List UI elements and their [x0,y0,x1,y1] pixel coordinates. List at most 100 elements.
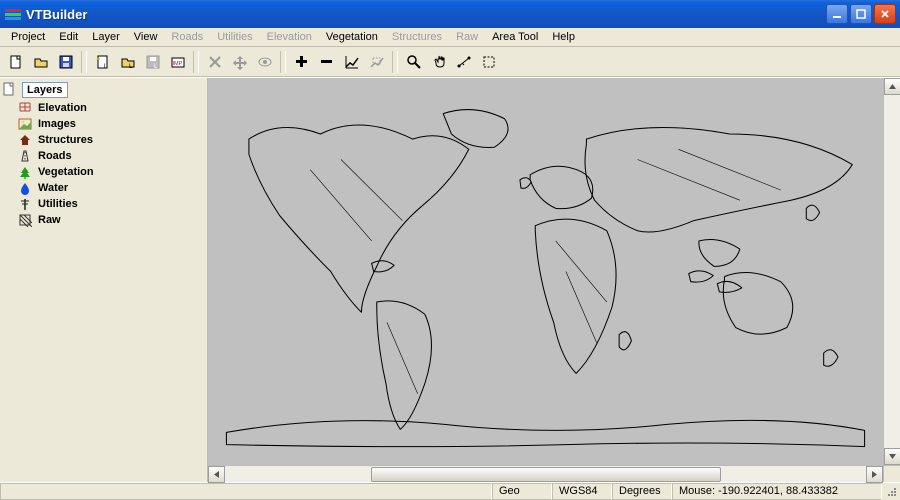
vertical-scrollbar[interactable] [883,78,900,465]
magnifier-icon [406,54,422,70]
layer-label: Images [38,118,76,130]
grid-icon [18,101,32,115]
toolbar-import-button[interactable]: IMP [166,51,189,73]
layer-label: Raw [38,214,61,226]
open-icon [33,54,49,70]
zoom-out-icon [319,54,335,70]
svg-text:IMP: IMP [172,61,182,67]
menu-structures: Structures [385,30,449,44]
menu-help[interactable]: Help [545,30,582,44]
drop-icon [18,181,32,195]
layer-utilities[interactable]: Utilities [4,196,203,212]
scroll-down-button[interactable] [884,448,900,465]
house-icon [18,133,32,147]
window-title: VTBuilder [26,7,826,22]
visible-icon [257,54,273,70]
svg-text:✶: ✶ [96,56,101,63]
delete-icon [207,54,223,70]
layer-structures[interactable]: Structures [4,132,203,148]
toolbar-delete-button [203,51,226,73]
horizontal-scrollbar[interactable] [208,465,883,482]
map-canvas[interactable] [208,78,883,465]
title-bar: VTBuilder [0,0,900,28]
open-layer-icon: L [120,54,136,70]
status-message [0,483,492,500]
menu-elevation: Elevation [260,30,319,44]
close-button[interactable] [874,4,896,24]
document-icon [2,82,16,96]
layer-label: Elevation [38,102,87,114]
scroll-left-button[interactable] [208,466,225,483]
layer-roads[interactable]: Roads [4,148,203,164]
toolbar-new-button[interactable] [4,51,27,73]
toolbar-save-layer-button: L [141,51,164,73]
layer-elevation[interactable]: Elevation [4,100,203,116]
hatch-icon [18,213,32,227]
road-icon [18,149,32,163]
menu-view[interactable]: View [127,30,165,44]
toolbar-area-button[interactable] [477,51,500,73]
menu-project[interactable]: Project [4,30,52,44]
toolbar-save-button[interactable] [54,51,77,73]
status-units: Degrees [612,483,672,500]
menu-edit[interactable]: Edit [52,30,85,44]
layer-label: Water [38,182,68,194]
toolbar-pan-button[interactable] [427,51,450,73]
toolbar-zoom-all-button[interactable] [340,51,363,73]
layer-vegetation[interactable]: Vegetation [4,164,203,180]
image-icon [18,117,32,131]
layers-sidebar: Layers Elevation Images Structures Roads Veg… [0,78,208,482]
status-bar: Geo WGS84 Degrees Mouse: -190.922401, 88… [0,482,900,500]
new-layer-icon: ✶L [95,54,111,70]
menu-bar: ProjectEditLayerViewRoadsUtilitiesElevat… [0,28,900,47]
scroll-up-button[interactable] [884,78,900,95]
menu-layer[interactable]: Layer [85,30,127,44]
layer-raw[interactable]: Raw [4,212,203,228]
tree-icon [18,165,32,179]
save-icon [58,54,74,70]
scrollbar-thumb[interactable] [371,467,721,482]
new-icon [8,54,24,70]
scrollbar-corner [883,465,900,482]
layer-label: Structures [38,134,93,146]
toolbar-show-extents-button [228,51,251,73]
toolbar-open-button[interactable] [29,51,52,73]
layers-header[interactable]: Layers [22,82,68,98]
toolbar-magnifier-button[interactable] [402,51,425,73]
menu-area-tool[interactable]: Area Tool [485,30,545,44]
zoom-in-icon [294,54,310,70]
toolbar: ✶L LL IMP [0,47,900,77]
workspace: Layers Elevation Images Structures Roads Veg… [0,77,900,482]
map-area [208,78,900,482]
layers-list: Elevation Images Structures Roads Vegetation… [0,98,207,230]
menu-utilities: Utilities [210,30,259,44]
menu-vegetation[interactable]: Vegetation [319,30,385,44]
menu-roads: Roads [164,30,210,44]
menu-raw: Raw [449,30,485,44]
layer-label: Roads [38,150,72,162]
toolbar-visible-button [253,51,276,73]
toolbar-new-layer-button[interactable]: ✶L [91,51,114,73]
scroll-right-button[interactable] [866,466,883,483]
toolbar-zoom-out-button[interactable] [315,51,338,73]
status-datum: WGS84 [552,483,612,500]
layer-label: Utilities [38,198,78,210]
layer-water[interactable]: Water [4,180,203,196]
resize-grip[interactable] [882,483,900,500]
zoom-all-icon [344,54,360,70]
minimize-button[interactable] [826,4,848,24]
toolbar-distance-button[interactable] [452,51,475,73]
import-icon: IMP [170,54,186,70]
layer-images[interactable]: Images [4,116,203,132]
toolbar-zoom-in-button[interactable] [290,51,313,73]
save-layer-icon: L [145,54,161,70]
show-extents-icon [232,54,248,70]
toolbar-open-layer-button[interactable]: L [116,51,139,73]
toolbar-zoom-selection-button [365,51,388,73]
zoom-selection-icon [369,54,385,70]
area-icon [481,54,497,70]
distance-icon [456,54,472,70]
pan-icon [431,54,447,70]
maximize-button[interactable] [850,4,872,24]
layer-label: Vegetation [38,166,94,178]
